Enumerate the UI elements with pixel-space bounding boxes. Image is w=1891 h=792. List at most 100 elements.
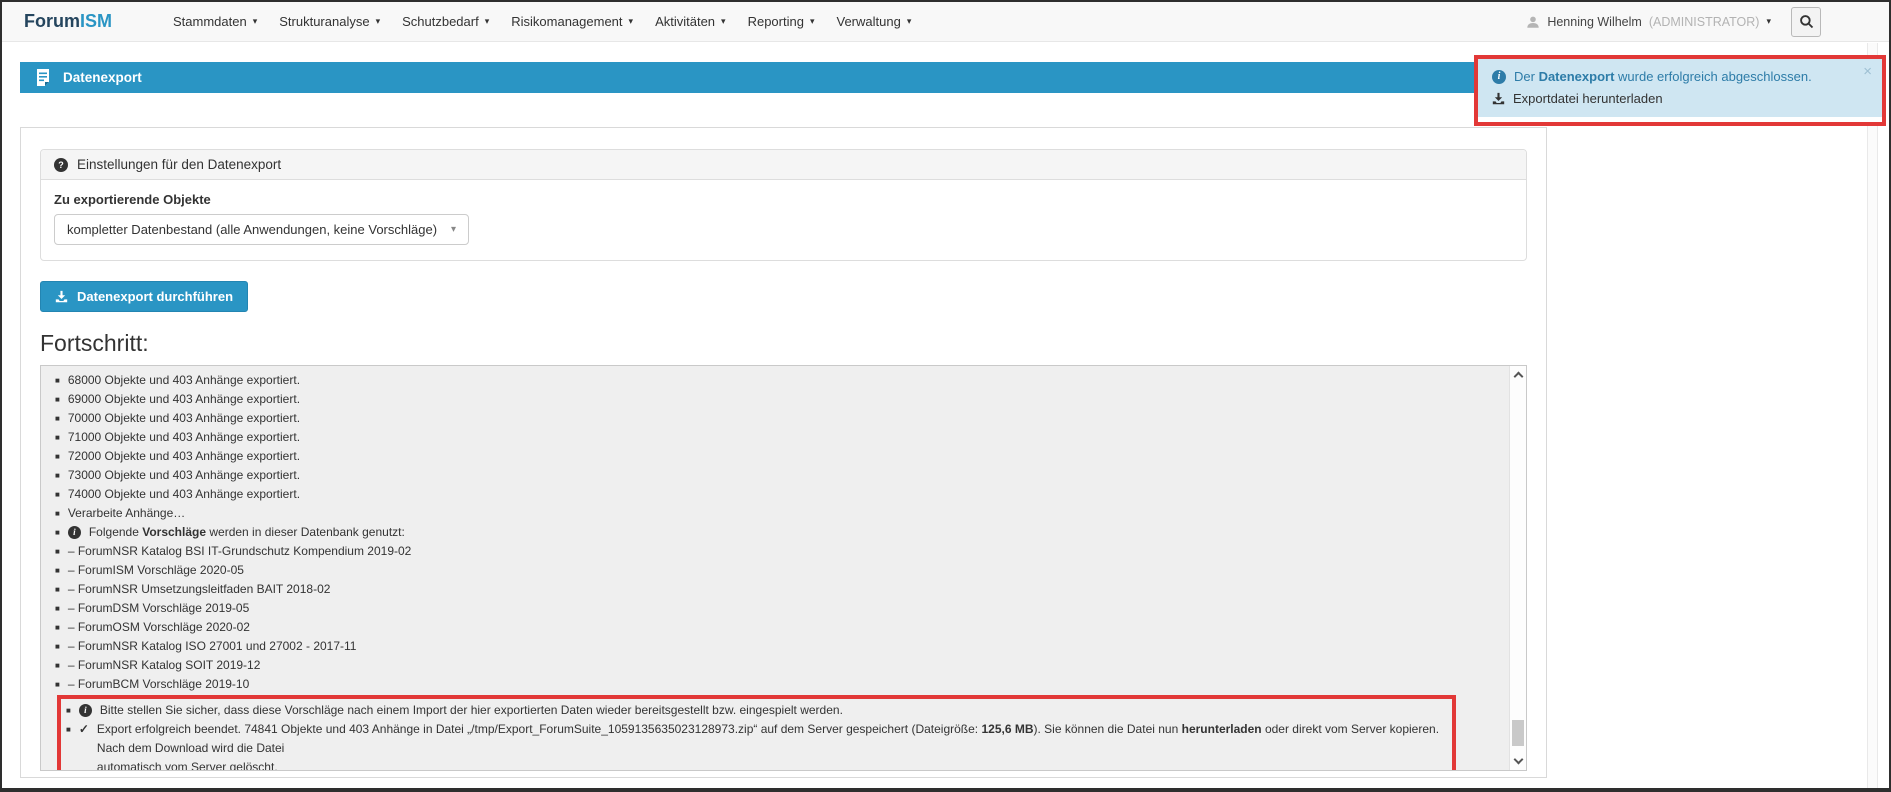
log-line: ■ ✓ Export erfolgreich beendet. 74841 Obje… bbox=[66, 720, 1447, 771]
journal-icon bbox=[35, 69, 51, 86]
help-icon: ? bbox=[54, 158, 68, 172]
scroll-down-icon[interactable] bbox=[1513, 755, 1523, 765]
nav-item-label: Reporting bbox=[748, 14, 804, 29]
app-window: ForumISM Stammdaten▾Strukturanalyse▾Schu… bbox=[0, 0, 1891, 792]
export-objects-select[interactable]: kompletter Datenbestand (alle Anwendunge… bbox=[54, 214, 469, 245]
nav-item-risikomanagement[interactable]: Risikomanagement ▾ bbox=[500, 8, 644, 35]
nav-item-strukturanalyse[interactable]: Strukturanalyse▾ bbox=[268, 8, 391, 35]
run-export-button[interactable]: Datenexport durchführen bbox=[40, 281, 248, 312]
log-line-text: – ForumNSR Katalog ISO 27001 und 27002 -… bbox=[68, 637, 1496, 656]
square-bullet-icon: ■ bbox=[66, 720, 71, 739]
nav-item-label: Verwaltung bbox=[836, 14, 900, 29]
log-line-text: Bitte stellen Sie sicher, dass diese Vor… bbox=[100, 701, 1447, 720]
log-line: ■71000 Objekte und 403 Anhänge exportier… bbox=[55, 428, 1496, 447]
nav-item-reporting[interactable]: Reporting ▾ bbox=[737, 8, 826, 35]
square-bullet-icon: ■ bbox=[55, 561, 60, 580]
square-bullet-icon: ■ bbox=[55, 599, 60, 618]
log-line: ■ i Folgende Vorschläge werden in dieser D… bbox=[55, 523, 1496, 542]
check-icon: ✓ bbox=[79, 720, 89, 739]
log-line-text: – ForumDSM Vorschläge 2019-05 bbox=[68, 599, 1496, 618]
info-icon: i bbox=[79, 704, 92, 717]
page-scrollbar[interactable] bbox=[1867, 43, 1878, 788]
log-line-text: – ForumNSR Umsetzungsleitfaden BAIT 2018… bbox=[68, 580, 1496, 599]
progress-log: ■ 68000 Objekte und 403 Anhänge exportier… bbox=[40, 365, 1527, 771]
brand-part-primary: Forum bbox=[24, 11, 80, 31]
nav-item-stammdaten[interactable]: Stammdaten▾ bbox=[162, 8, 268, 35]
download-icon bbox=[55, 290, 68, 303]
square-bullet-icon: ■ bbox=[55, 523, 60, 542]
export-objects-label: Zu exportierende Objekte bbox=[54, 192, 1513, 207]
log-line-text: 74000 Objekte und 403 Anhänge exportiert… bbox=[68, 485, 1496, 504]
log-line-text: – ForumBCM Vorschläge 2019-10 bbox=[68, 675, 1496, 694]
nav-menu: Stammdaten▾Strukturanalyse▾Schutzbedarf▾… bbox=[162, 8, 922, 35]
square-bullet-icon: ■ bbox=[55, 542, 60, 561]
chevron-down-icon: ▾ bbox=[253, 16, 258, 27]
log-line-text: – ForumOSM Vorschläge 2020-02 bbox=[68, 618, 1496, 637]
log-line-text: 68000 Objekte und 403 Anhänge exportiert… bbox=[68, 371, 1496, 390]
nav-item-aktivitäten[interactable]: Aktivitäten▾ bbox=[644, 8, 737, 35]
nav-item-schutzbedarf[interactable]: Schutzbedarf▾ bbox=[391, 8, 500, 35]
chevron-down-icon: ▾ bbox=[629, 16, 634, 27]
brand-logo[interactable]: ForumISM bbox=[24, 11, 112, 32]
progress-heading: Fortschritt: bbox=[40, 330, 1527, 357]
chevron-down-icon: ▾ bbox=[376, 16, 381, 27]
nav-item-label: Schutzbedarf bbox=[402, 14, 479, 29]
export-settings-panel: ? Einstellungen für den Datenexport Zu e… bbox=[40, 149, 1527, 261]
page-title: Datenexport bbox=[63, 70, 142, 85]
download-link-label: Exportdatei herunterladen bbox=[1513, 91, 1663, 106]
export-settings-header: ? Einstellungen für den Datenexport bbox=[41, 150, 1526, 180]
log-line: ■69000 Objekte und 403 Anhänge exportier… bbox=[55, 390, 1496, 409]
notification-message: i Der Datenexport wurde erfolgreich abge… bbox=[1492, 69, 1868, 84]
square-bullet-icon: ■ bbox=[55, 485, 60, 504]
log-line: ■ – ForumBCM Vorschläge 2019-10 bbox=[55, 675, 1496, 694]
square-bullet-icon: ■ bbox=[55, 371, 60, 390]
log-line: ■72000 Objekte und 403 Anhänge exportier… bbox=[55, 447, 1496, 466]
log-line-text: Export erfolgreich beendet. 74841 Objekt… bbox=[97, 720, 1447, 771]
log-scrollbar[interactable] bbox=[1509, 366, 1526, 770]
user-menu[interactable]: Henning Wilhelm (ADMINISTRATOR) ▾ bbox=[1526, 15, 1771, 29]
log-line: ■ – ForumOSM Vorschläge 2020-02 bbox=[55, 618, 1496, 637]
main-panel: ? Einstellungen für den Datenexport Zu e… bbox=[20, 127, 1547, 778]
top-navbar: ForumISM Stammdaten▾Strukturanalyse▾Schu… bbox=[2, 2, 1889, 42]
log-line-text: 71000 Objekte und 403 Anhänge exportiert… bbox=[68, 428, 1496, 447]
log-line: ■ 74000 Objekte und 403 Anhänge exportier… bbox=[55, 485, 1496, 504]
log-line: ■ Verarbeite Anhänge… bbox=[55, 504, 1496, 523]
page-title-bar: Datenexport bbox=[20, 62, 1547, 93]
log-line: ■70000 Objekte und 403 Anhänge exportier… bbox=[55, 409, 1496, 428]
scrollbar-thumb[interactable] bbox=[1512, 720, 1524, 746]
selected-option-label: kompletter Datenbestand (alle Anwendunge… bbox=[67, 222, 437, 237]
square-bullet-icon: ■ bbox=[55, 504, 60, 523]
nav-item-verwaltung[interactable]: Verwaltung▾ bbox=[825, 8, 922, 35]
scroll-up-icon[interactable] bbox=[1513, 372, 1523, 382]
log-line: ■ – ForumNSR Katalog BSI IT-Grundschutz K… bbox=[55, 542, 1496, 561]
square-bullet-icon: ■ bbox=[55, 390, 60, 409]
square-bullet-icon: ■ bbox=[55, 466, 60, 485]
close-icon[interactable]: × bbox=[1863, 64, 1872, 79]
info-icon: i bbox=[1492, 70, 1506, 84]
log-line-text: Folgende Vorschläge werden in dieser Dat… bbox=[89, 523, 1496, 542]
search-icon bbox=[1799, 14, 1814, 29]
log-line: ■ – ForumNSR Katalog ISO 27001 und 27002 … bbox=[55, 637, 1496, 656]
notification-toast: i Der Datenexport wurde erfolgreich abge… bbox=[1478, 59, 1882, 117]
search-button[interactable] bbox=[1791, 7, 1821, 37]
square-bullet-icon: ■ bbox=[55, 675, 60, 694]
square-bullet-icon: ■ bbox=[55, 656, 60, 675]
log-line-text: Verarbeite Anhänge… bbox=[68, 504, 1496, 523]
brand-part-secondary: ISM bbox=[80, 11, 112, 31]
download-icon bbox=[1492, 92, 1505, 105]
log-line: ■73000 Objekte und 403 Anhänge exportier… bbox=[55, 466, 1496, 485]
square-bullet-icon: ■ bbox=[55, 637, 60, 656]
log-line-text: – ForumNSR Katalog BSI IT-Grundschutz Ko… bbox=[68, 542, 1496, 561]
export-settings-title: Einstellungen für den Datenexport bbox=[77, 157, 281, 172]
chevron-down-icon: ▾ bbox=[810, 16, 815, 27]
log-line: ■ – ForumISM Vorschläge 2020-05 bbox=[55, 561, 1496, 580]
log-line-text: – ForumISM Vorschläge 2020-05 bbox=[68, 561, 1496, 580]
notification-download-link[interactable]: Exportdatei herunterladen bbox=[1492, 91, 1868, 106]
nav-item-label: Risikomanagement bbox=[511, 14, 622, 29]
info-icon: i bbox=[68, 526, 81, 539]
log-lines: ■ 68000 Objekte und 403 Anhänge exportier… bbox=[55, 371, 1496, 694]
notification-text: Der Datenexport wurde erfolgreich abgesc… bbox=[1514, 69, 1812, 84]
square-bullet-icon: ■ bbox=[55, 618, 60, 637]
square-bullet-icon: ■ bbox=[55, 447, 60, 466]
log-highlight-annotation-box: ■ i Bitte stellen Sie sicher, dass diese V… bbox=[57, 695, 1456, 771]
